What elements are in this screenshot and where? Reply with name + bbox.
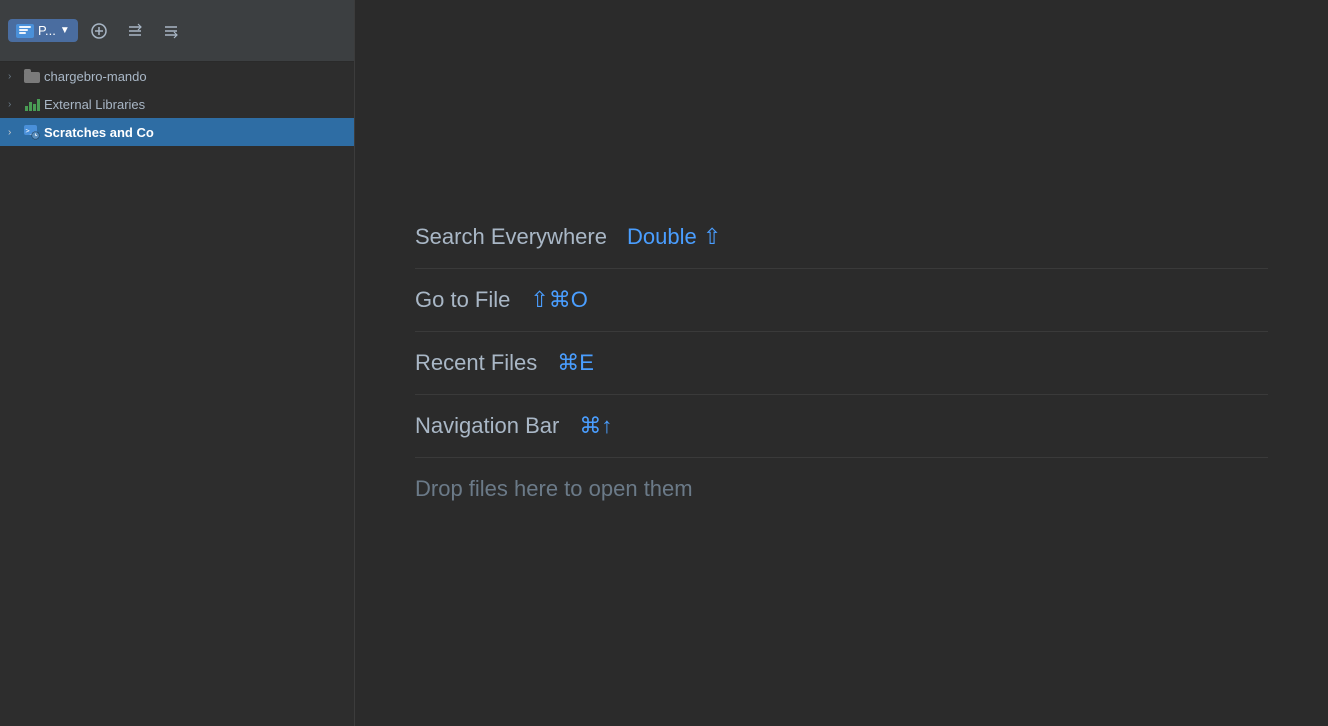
search-everywhere-label: Search Everywhere (415, 224, 607, 250)
go-to-file-label: Go to File (415, 287, 510, 313)
recent-files-row: Recent Files ⌘E (415, 332, 1268, 395)
go-to-file-keys: ⇧⌘O (530, 287, 588, 313)
sidebar: P... ▼ (0, 0, 355, 726)
folder-icon (24, 68, 40, 84)
dropdown-arrow-icon: ▼ (60, 25, 70, 36)
project-btn-label: P... (38, 23, 56, 38)
recent-files-label: Recent Files (415, 350, 537, 376)
go-to-file-row: Go to File ⇧⌘O (415, 269, 1268, 332)
drop-files-row: Drop files here to open them (415, 458, 1268, 520)
recent-files-keys: ⌘E (557, 350, 594, 376)
main-content: Search Everywhere Double ⇧ Go to File ⇧⌘… (355, 0, 1328, 726)
project-icon (16, 24, 34, 38)
expand-arrow-icon: › (8, 99, 20, 110)
expand-all-button[interactable] (156, 16, 186, 46)
drop-files-label: Drop files here to open them (415, 476, 693, 501)
tree-item-chargebro-label: chargebro-mando (44, 69, 147, 84)
tree-item-scratches-label: Scratches and Co (44, 125, 154, 140)
tree-item-external-libraries[interactable]: › External Libraries (0, 90, 354, 118)
search-everywhere-keys: Double ⇧ (627, 224, 721, 250)
barchart-icon (24, 96, 40, 112)
expand-arrow-icon: › (8, 71, 20, 82)
tree-item-scratches[interactable]: › >_ Scratches and Co (0, 118, 354, 146)
expand-arrow-selected-icon: › (8, 127, 20, 138)
add-icon-button[interactable] (84, 16, 114, 46)
project-button[interactable]: P... ▼ (8, 19, 78, 42)
tree-item-chargebro[interactable]: › chargebro-mando (0, 62, 354, 90)
navigation-bar-keys: ⌘↑ (579, 413, 612, 439)
scratches-icon: >_ (24, 124, 40, 140)
navigation-bar-label: Navigation Bar (415, 413, 559, 439)
tree-item-external-libraries-label: External Libraries (44, 97, 145, 112)
toolbar: P... ▼ (0, 0, 354, 62)
search-everywhere-row: Search Everywhere Double ⇧ (415, 206, 1268, 269)
navigation-bar-row: Navigation Bar ⌘↑ (415, 395, 1268, 458)
collapse-all-button[interactable] (120, 16, 150, 46)
